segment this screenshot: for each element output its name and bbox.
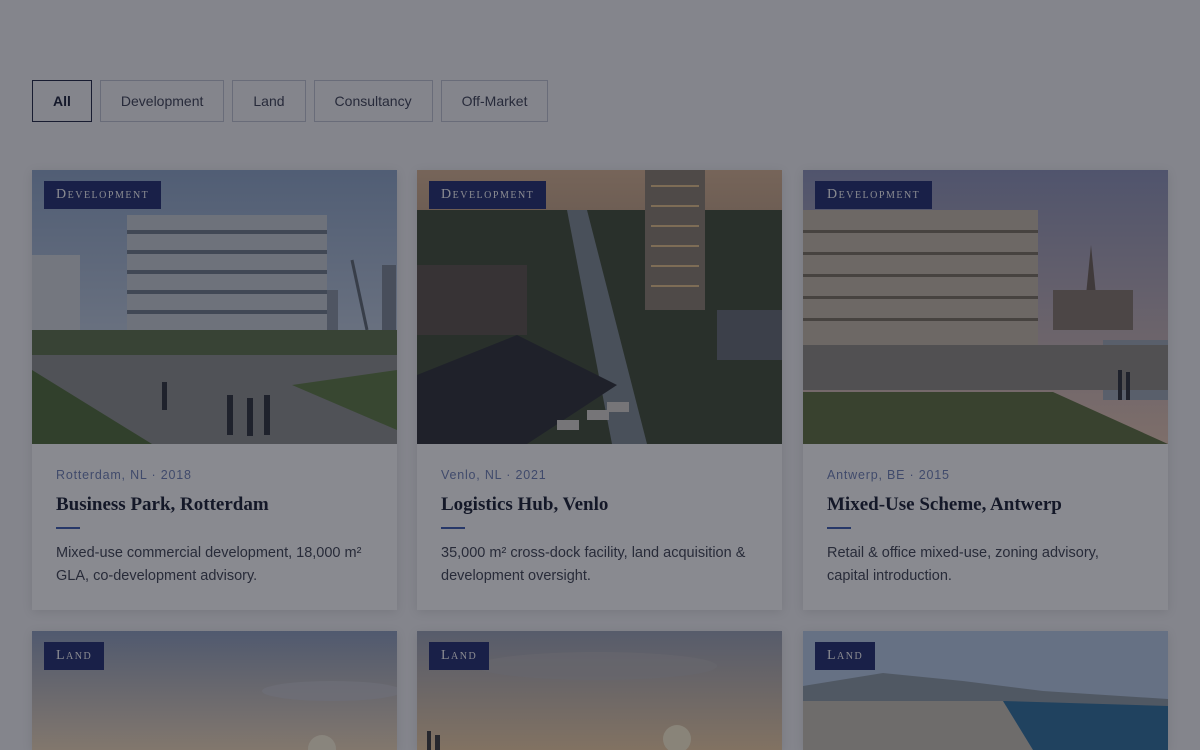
category-badge: Land [429, 642, 490, 670]
card-body: Venlo, NL · 2021 Logistics Hub, Venlo 35… [417, 444, 782, 610]
card-body: Rotterdam, NL · 2018 Business Park, Rott… [32, 444, 397, 610]
project-card-antwerp[interactable]: Development Antwerp, BE · 2015 Mixed-Use… [803, 170, 1168, 610]
project-meta: Antwerp, BE · 2015 [827, 468, 950, 482]
filter-all-button[interactable]: All [32, 80, 92, 122]
project-card-rotterdam[interactable]: Development Rotterdam, NL · 2018 Busines… [32, 170, 397, 610]
filter-consultancy-button[interactable]: Consultancy [313, 80, 433, 122]
project-meta: Venlo, NL · 2021 [441, 468, 547, 482]
project-card-venlo[interactable]: Development Venlo, NL · 2021 Logistics H… [417, 170, 782, 610]
filter-development-button[interactable]: Development [99, 80, 225, 122]
title-divider [441, 527, 465, 529]
project-description: Retail & office mixed-use, zoning adviso… [827, 545, 1099, 584]
project-card-land-3[interactable]: Land [803, 631, 1168, 750]
title-divider [827, 527, 851, 529]
projects-page: All Development Land Consultancy Off-Mar… [0, 0, 1200, 750]
project-title[interactable]: Logistics Hub, Venlo [441, 494, 758, 516]
title-divider [56, 527, 80, 529]
card-body: Antwerp, BE · 2015 Mixed-Use Scheme, Ant… [803, 444, 1168, 610]
project-image-rotterdam: Development [32, 170, 397, 444]
project-description: Mixed-use commercial development, 18,000… [56, 545, 362, 584]
category-badge: Land [44, 642, 105, 670]
filter-off-market-button[interactable]: Off-Market [440, 80, 549, 122]
project-image-antwerp: Development [803, 170, 1168, 444]
category-badge: Development [815, 181, 933, 209]
project-description: 35,000 m² cross-dock facility, land acqu… [441, 545, 746, 584]
project-card-land-2[interactable]: Land [417, 631, 782, 750]
category-badge: Development [429, 181, 547, 209]
project-image-land-2: Land [417, 631, 782, 750]
category-badge: Development [44, 181, 162, 209]
project-meta: Rotterdam, NL · 2018 [56, 468, 192, 482]
project-image-land-3: Land [803, 631, 1168, 750]
project-image-venlo: Development [417, 170, 782, 444]
project-card-land-1[interactable]: Land [32, 631, 397, 750]
filter-land-button[interactable]: Land [232, 80, 306, 122]
category-badge: Land [815, 642, 876, 670]
project-image-land-1: Land [32, 631, 397, 750]
project-title[interactable]: Mixed-Use Scheme, Antwerp [827, 494, 1144, 516]
project-title[interactable]: Business Park, Rotterdam [56, 494, 373, 516]
filter-bar: All Development Land Consultancy Off-Mar… [32, 80, 549, 122]
